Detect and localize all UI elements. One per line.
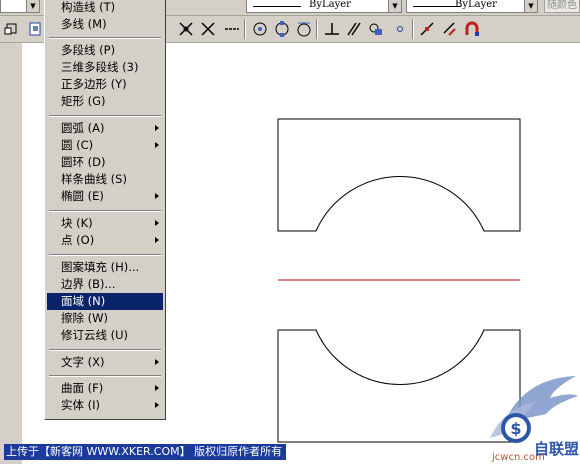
- svg-text:$: $: [510, 419, 521, 438]
- lineweight-value: ByLayer: [455, 0, 497, 10]
- menu-item-arc[interactable]: 圆弧 (A): [45, 120, 165, 137]
- insert-icon[interactable]: [366, 19, 386, 39]
- color-combo[interactable]: ▼: [0, 0, 40, 13]
- menu-item-circle[interactable]: 圆 (C): [45, 137, 165, 154]
- submenu-arrow-icon: [155, 385, 159, 391]
- linetype-combo[interactable]: ByLayer ▼: [246, 0, 402, 13]
- menu-item-region[interactable]: 面域 (N): [47, 293, 163, 310]
- menu-item-3dpoly[interactable]: 三维多段线 (3): [45, 59, 165, 76]
- menu-item-ellipse[interactable]: 椭圆 (E): [45, 188, 165, 205]
- dropdown-arrow-icon[interactable]: ▼: [524, 0, 537, 12]
- menu-item-boundary[interactable]: 边界 (B)...: [45, 276, 165, 293]
- nearest-icon[interactable]: [418, 19, 438, 39]
- menu-item-point[interactable]: 点 (O): [45, 232, 165, 249]
- plotstyle-combo: 随颜色: [544, 0, 580, 13]
- menu-item-spline[interactable]: 样条曲线 (S): [45, 171, 165, 188]
- menu-item-text[interactable]: 文字 (X): [45, 354, 165, 371]
- tangent-icon[interactable]: [198, 19, 218, 39]
- perpendicular-snap-icon[interactable]: [322, 19, 342, 39]
- menu-item-polygon[interactable]: 正多边形 (Y): [45, 76, 165, 93]
- menu-item-wipeout[interactable]: 擦除 (W): [45, 310, 165, 327]
- submenu-arrow-icon: [155, 193, 159, 199]
- dropdown-arrow-icon[interactable]: ▼: [26, 0, 39, 12]
- lineweight-combo[interactable]: ByLayer ▼: [406, 0, 538, 13]
- line-icon[interactable]: [222, 19, 242, 39]
- parallel-icon[interactable]: [344, 19, 364, 39]
- menu-item-hatch[interactable]: 图案填充 (H)...: [45, 259, 165, 276]
- menu-item-revcloud[interactable]: 修订云线 (U): [45, 327, 165, 344]
- submenu-arrow-icon: [155, 402, 159, 408]
- submenu-arrow-icon: [155, 125, 159, 131]
- svg-text:自联盟: 自联盟: [534, 440, 579, 458]
- left-toolbar-strip: [0, 43, 22, 464]
- linetype-value: ByLayer: [309, 0, 351, 10]
- site-logo-watermark: $ jcwcn.com 自联盟: [484, 368, 580, 464]
- upload-credit-bar: 上传于【新客网 WWW.XKER.COM】 版权归原作者所有: [4, 444, 286, 460]
- submenu-arrow-icon: [155, 359, 159, 365]
- none-icon[interactable]: [440, 19, 460, 39]
- submenu-arrow-icon: [155, 142, 159, 148]
- linetype-sample: [253, 6, 301, 7]
- upper-shape: [277, 118, 521, 232]
- menu-item-solids[interactable]: 实体 (I): [45, 397, 165, 414]
- menu-item-rectangle[interactable]: 矩形 (G): [45, 93, 165, 110]
- lineweight-sample: [413, 6, 461, 7]
- center-icon[interactable]: [250, 19, 270, 39]
- submenu-arrow-icon: [155, 220, 159, 226]
- menu-item-donut[interactable]: 圆环 (D): [45, 154, 165, 171]
- magnet-icon[interactable]: [462, 19, 482, 39]
- copy-icon[interactable]: [26, 19, 46, 39]
- submenu-arrow-icon: [155, 237, 159, 243]
- tangent-circle-icon[interactable]: [294, 19, 314, 39]
- dropdown-arrow-icon[interactable]: ▼: [388, 0, 401, 12]
- quadrant-icon[interactable]: [272, 19, 292, 39]
- menu-item-pline[interactable]: 多段线 (P): [45, 42, 165, 59]
- perpendicular-icon[interactable]: [176, 19, 196, 39]
- menu-item-block[interactable]: 块 (K): [45, 215, 165, 232]
- menu-item-surfaces[interactable]: 曲面 (F): [45, 380, 165, 397]
- draw-menu: 构造线 (T) 多线 (M) 多段线 (P) 三维多段线 (3) 正多边形 (Y…: [44, 0, 166, 420]
- node-icon[interactable]: [390, 19, 410, 39]
- menu-item-xline[interactable]: 构造线 (T): [45, 0, 165, 16]
- menu-item-mline[interactable]: 多线 (M): [45, 16, 165, 33]
- layer-icon[interactable]: [2, 19, 22, 39]
